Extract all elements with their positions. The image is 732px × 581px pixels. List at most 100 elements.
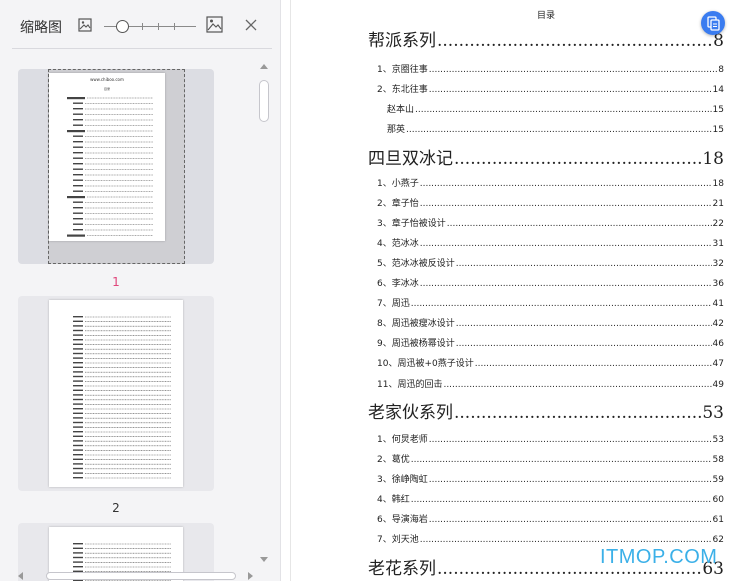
thumbnail-content-lines (67, 97, 153, 237)
close-icon[interactable] (244, 17, 260, 33)
toc-entry-item[interactable]: 2、东北往事 14 (377, 82, 724, 95)
toc-entry-title: 老花系列 (368, 559, 436, 579)
toc-entry-page: 32 (712, 259, 724, 269)
vertical-scrollbar-thumb[interactable] (259, 80, 269, 122)
toc-entry-item[interactable]: 2、章子怡 21 (377, 196, 724, 209)
toc-entry-page: 58 (712, 455, 724, 465)
image-small-icon[interactable] (78, 17, 94, 33)
toc-dot-leader (456, 319, 712, 329)
toc-entry-sub[interactable]: 赵本山 15 (387, 102, 724, 115)
toc-entry-item[interactable]: 4、范冰冰 31 (377, 236, 724, 249)
thumbnail-line-title (73, 412, 83, 414)
thumbnail-line-title (73, 375, 83, 378)
toc-entry-page: 22 (712, 219, 724, 229)
toc-entry-page: 15 (712, 125, 724, 135)
toc-entry-item[interactable]: 10、周迅被+0燕子设计 47 (377, 356, 724, 369)
thumbnail-panel-title: 缩略图 (20, 20, 62, 36)
toc-entry-item[interactable]: 11、周迅的回击 49 (377, 377, 724, 390)
thumbnail-line-title (73, 431, 83, 433)
toc-entry-page: 8 (718, 65, 724, 75)
thumbnail-page-2[interactable] (18, 296, 214, 491)
toc-entry-title: 2、章子怡 (377, 199, 419, 209)
thumbnail-line-title (73, 362, 83, 364)
toc-entry-item[interactable]: 5、范冰冰被反设计 32 (377, 256, 724, 269)
toc-entry-title: 2、东北往事 (377, 85, 428, 95)
thumbnail-line-title (73, 212, 83, 214)
horizontal-scrollbar-thumb[interactable] (46, 572, 236, 580)
toc-entry-title: 1、京圈往事 (377, 65, 428, 75)
toc-entry-section[interactable]: 帮派系列8 (368, 26, 724, 51)
thumbnail-line-title (73, 421, 83, 424)
zoom-slider[interactable] (104, 20, 196, 34)
toc-dot-leader (429, 475, 712, 485)
toc-entry-page: 53 (712, 435, 724, 445)
toc-entry-item[interactable]: 1、京圈往事 8 (377, 62, 724, 75)
thumbnail-line-title (73, 223, 83, 225)
toc-dot-leader (456, 339, 712, 349)
thumbnail-line-title (67, 196, 85, 199)
thumbnail-line-title (73, 348, 83, 350)
toc-entry-item[interactable]: 8、周迅被瘦冰设计 42 (377, 316, 724, 329)
toc-entry-item[interactable]: 6、李冰冰 36 (377, 276, 724, 289)
zoom-slider-knob[interactable] (116, 20, 129, 33)
toc-dot-leader (475, 359, 712, 369)
toc-entry-item[interactable]: 3、徐峥陶虹 59 (377, 472, 724, 485)
thumbnail-line-title (73, 385, 83, 387)
page-header: 目录 (536, 11, 555, 21)
thumbnail-line-title (73, 113, 83, 115)
scroll-right-arrow-icon[interactable] (248, 572, 253, 580)
toolbar-divider (12, 48, 272, 49)
toc-entry-item[interactable]: 6、导演海岩 61 (377, 512, 724, 525)
site-watermark: ITMOP.COM (600, 546, 718, 568)
thumbnail-line-title (73, 408, 83, 410)
thumbnail-line-title (73, 174, 83, 176)
toc-entry-item[interactable]: 7、刘天池 62 (377, 532, 724, 545)
toc-dot-leader (411, 455, 712, 465)
scroll-left-arrow-icon[interactable] (18, 572, 23, 580)
toc-entry-page: 42 (712, 319, 724, 329)
thumbnail-line-title (73, 449, 83, 451)
scroll-up-arrow-icon[interactable] (260, 64, 268, 69)
image-large-icon[interactable] (206, 16, 223, 33)
thumbnail-page-number: 1 (112, 275, 120, 289)
toc-entry-item[interactable]: 1、何炅老师 53 (377, 432, 724, 445)
thumbnail-line-title (73, 157, 83, 159)
toc-entry-item[interactable]: 3、章子怡被设计 22 (377, 216, 724, 229)
thumbnail-line-title (73, 207, 83, 209)
toc-entry-page: 31 (712, 239, 724, 249)
scroll-down-arrow-icon[interactable] (260, 557, 268, 562)
toc-entry-item[interactable]: 1、小燕子 18 (377, 176, 724, 189)
thumbnail-line-title (73, 435, 83, 437)
thumbnail-line-title (73, 463, 83, 465)
thumbnail-horizontal-scrollbar[interactable] (16, 571, 256, 581)
toc-entry-page: 61 (712, 515, 724, 525)
thumbnail-line-title (73, 124, 83, 126)
toc-dot-leader (429, 435, 712, 445)
toc-entry-item[interactable]: 2、葛优 58 (377, 452, 724, 465)
thumbnail-page-1[interactable]: www.chiboo.com 目录 (18, 69, 214, 264)
doc-convert-icon (707, 16, 720, 31)
thumbnail-page-image (49, 300, 183, 487)
thumbnail-line-title (73, 467, 83, 470)
thumbnail-vertical-scrollbar[interactable] (258, 60, 270, 570)
toc-dot-leader (429, 65, 718, 75)
toc-entry-title: 7、周迅 (377, 299, 410, 309)
toc-entry-section[interactable]: 四旦双冰记 18 (368, 144, 724, 169)
toc-entry-item[interactable]: 9、周迅被杨幂设计 46 (377, 336, 724, 349)
doc-convert-button[interactable] (701, 11, 725, 35)
toc-entry-title: 赵本山 (387, 105, 415, 115)
toc-entry-section[interactable]: 老家伙系列 53 (368, 398, 724, 423)
toc-entry-item[interactable]: 7、周迅 41 (377, 296, 724, 309)
toc-entry-title: 6、导演海岩 (377, 515, 428, 525)
thumbnail-line-title (73, 108, 83, 110)
thumbnail-line-title (73, 141, 83, 143)
thumbnail-line-title (73, 329, 83, 332)
toc-entry-sub[interactable]: 那英 15 (387, 122, 724, 135)
toc-entry-title: 1、何炅老师 (377, 435, 428, 445)
toc-entry-page: 59 (712, 475, 724, 485)
toc-entry-page: 41 (712, 299, 724, 309)
thumbnail-line-title (73, 477, 83, 479)
thumbnail-line-title (73, 440, 83, 442)
toc-entry-item[interactable]: 4、韩红 60 (377, 492, 724, 505)
thumbnail-line-title (73, 135, 83, 137)
